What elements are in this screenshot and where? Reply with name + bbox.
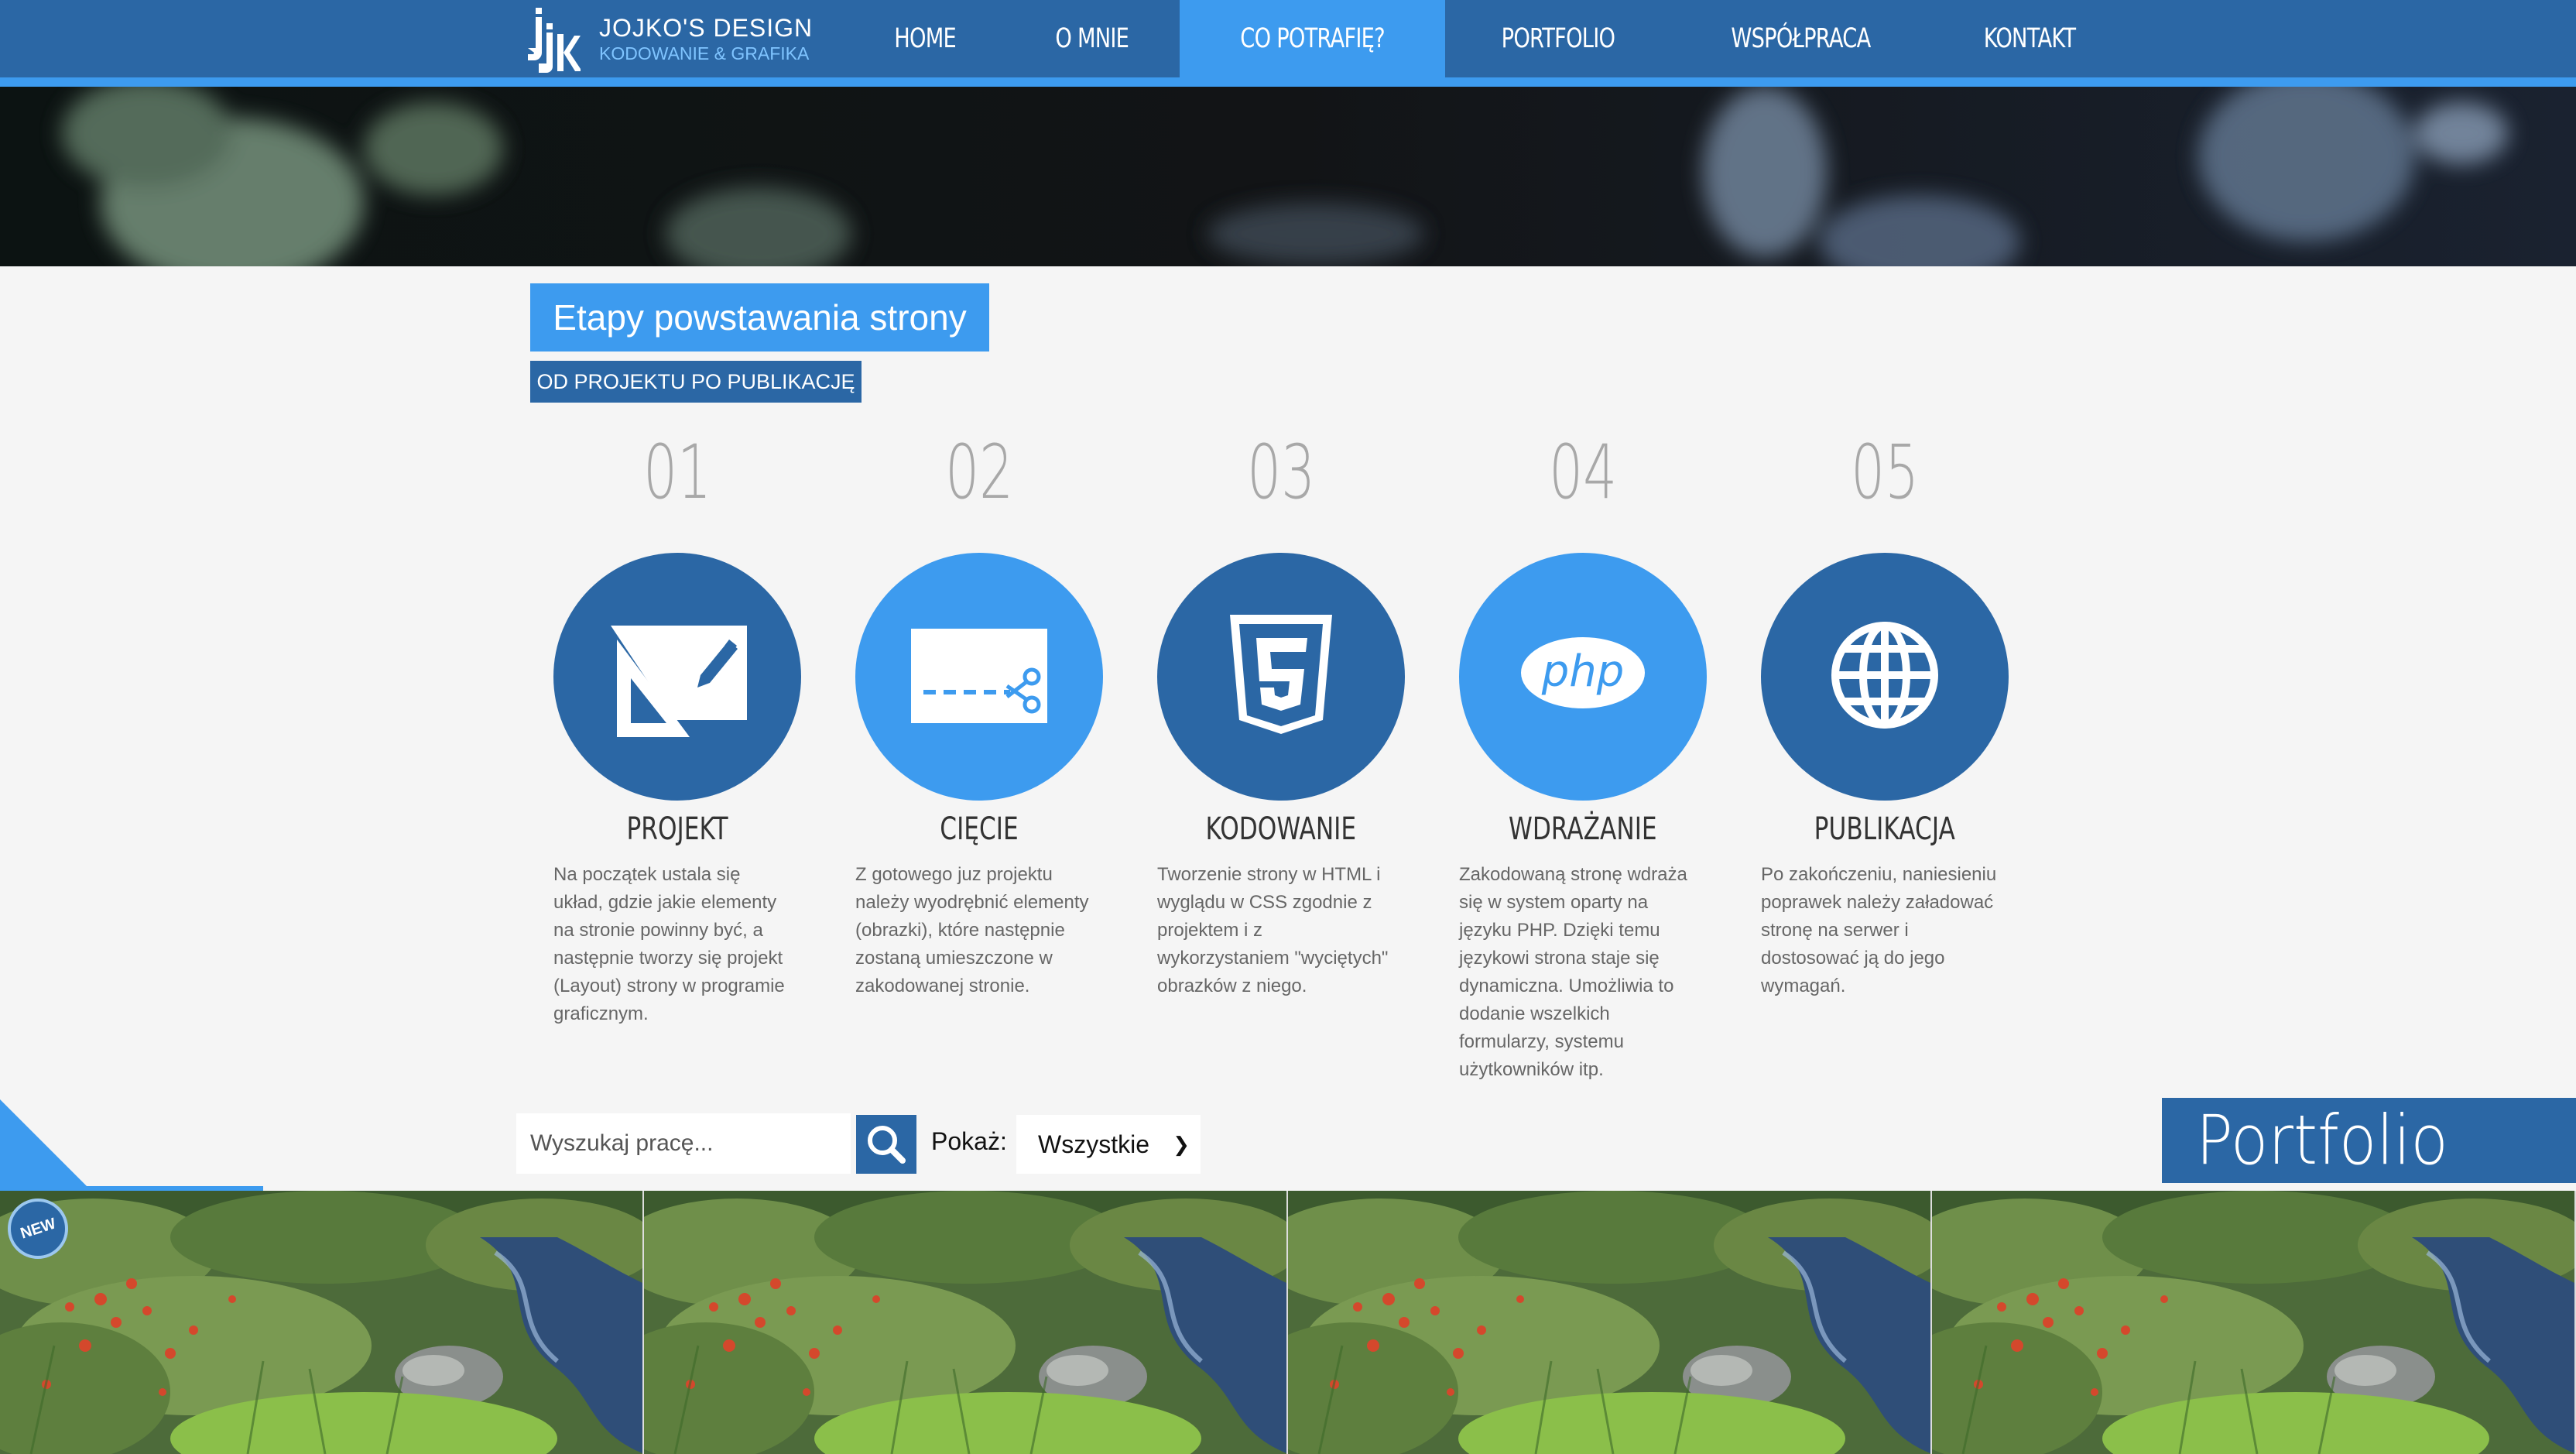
step-number: 02 bbox=[945, 429, 1013, 516]
step-title: PUBLIKACJA bbox=[1814, 811, 1956, 847]
step-title: PROJEKT bbox=[626, 811, 728, 847]
nature-photo-image bbox=[0, 1191, 642, 1454]
jjk-monogram-icon bbox=[528, 8, 581, 73]
filter-label: Pokaż: bbox=[931, 1127, 1007, 1155]
filter-select[interactable]: Wszystkie ❯ bbox=[1016, 1115, 1201, 1174]
step-description: Zakodowaną stronę wdraża się w system op… bbox=[1459, 864, 1687, 1080]
portfolio-tile-2[interactable] bbox=[644, 1191, 1288, 1454]
scissors-cut-icon bbox=[911, 629, 1047, 723]
portfolio-tile-1[interactable] bbox=[0, 1191, 644, 1454]
stage-step-2: 02 CIĘCIE Z gotowego juz projektu należy… bbox=[855, 426, 1111, 996]
brand-subtitle: KODOWANIE & GRAFIKA bbox=[599, 43, 810, 63]
portfolio-heading: Portfolio bbox=[2162, 1098, 2576, 1183]
nav-portfolio[interactable]: PORTFOLIO bbox=[1445, 0, 1671, 77]
stage-step-4: 04 php WDRAŻANIE Zakodowaną stronę wdraż… bbox=[1459, 426, 1714, 1080]
stage-step-3: 03 KODOWANIE Tworzenie strony w HTML i w… bbox=[1157, 426, 1413, 996]
globe-icon bbox=[1831, 622, 1938, 729]
brand-title: JOJKO'S DESIGN bbox=[599, 14, 814, 42]
design-tools-icon bbox=[611, 626, 747, 742]
portfolio-tile-3[interactable] bbox=[1288, 1191, 1932, 1454]
brand-logo[interactable]: JOJKO'S DESIGN KODOWANIE & GRAFIKA bbox=[526, 3, 820, 74]
stage-step-1: 01 PROJEKT Na początek ustala się układ,… bbox=[553, 426, 809, 1024]
filter-selected-value: Wszystkie bbox=[1038, 1130, 1149, 1158]
search-button[interactable] bbox=[856, 1115, 916, 1174]
step-icon-circle bbox=[1761, 553, 2009, 801]
php-logo-text: php bbox=[1541, 646, 1625, 697]
stage-step-5: 05 PUBLIKACJA Po zakończeniu, naniesieni… bbox=[1761, 426, 2016, 996]
step-description: Z gotowego juz projektu należy wyodrębni… bbox=[855, 864, 1089, 996]
nav-co-potrafie[interactable]: CO POTRAFIĘ? bbox=[1179, 0, 1445, 77]
step-description: Po zakończeniu, naniesieniu poprawek nal… bbox=[1761, 864, 1997, 996]
step-number: 01 bbox=[643, 429, 711, 516]
section-title: Etapy powstawania strony bbox=[530, 283, 989, 351]
nav-wspolpraca[interactable]: WSPÓŁPRACA bbox=[1671, 0, 1930, 77]
nature-photo-image bbox=[1932, 1191, 2574, 1454]
nav-home[interactable]: HOME bbox=[845, 0, 1005, 77]
corner-decoration bbox=[0, 1099, 263, 1191]
step-icon-circle bbox=[1157, 553, 1405, 801]
step-number: 04 bbox=[1549, 429, 1617, 516]
step-description: Tworzenie strony w HTML i wyglądu w CSS … bbox=[1157, 864, 1389, 996]
portfolio-tile-4[interactable] bbox=[1932, 1191, 2576, 1454]
nav-kontakt[interactable]: KONTAKT bbox=[1930, 0, 2129, 77]
step-title: KODOWANIE bbox=[1205, 811, 1357, 847]
step-icon-circle bbox=[553, 553, 801, 801]
new-badge: NEW bbox=[8, 1199, 68, 1259]
nature-photo-image bbox=[644, 1191, 1286, 1454]
search-icon bbox=[868, 1126, 906, 1164]
portfolio-gallery bbox=[0, 1191, 2576, 1454]
step-title: CIĘCIE bbox=[940, 811, 1019, 847]
search-input[interactable] bbox=[516, 1113, 851, 1174]
nav-o-mnie[interactable]: O MNIE bbox=[1005, 0, 1180, 77]
hero-banner-image bbox=[0, 87, 2576, 266]
navbar-accent-line bbox=[0, 77, 2576, 87]
step-icon-circle: php bbox=[1459, 553, 1707, 801]
step-number: 05 bbox=[1851, 429, 1919, 516]
section-subtitle: OD PROJEKTU PO PUBLIKACJĘ bbox=[530, 361, 862, 403]
nature-photo-image bbox=[1288, 1191, 1930, 1454]
step-title: WDRAŻANIE bbox=[1509, 811, 1657, 847]
step-description: Na początek ustala się układ, gdzie jaki… bbox=[553, 864, 785, 1024]
chevron-down-icon: ❯ bbox=[1173, 1133, 1190, 1156]
html5-icon bbox=[1230, 615, 1332, 734]
main-nav: HOME O MNIE CO POTRAFIĘ? PORTFOLIO WSPÓŁ… bbox=[845, 0, 2129, 77]
step-number: 03 bbox=[1247, 429, 1315, 516]
php-icon: php bbox=[1521, 637, 1645, 708]
step-icon-circle bbox=[855, 553, 1103, 801]
